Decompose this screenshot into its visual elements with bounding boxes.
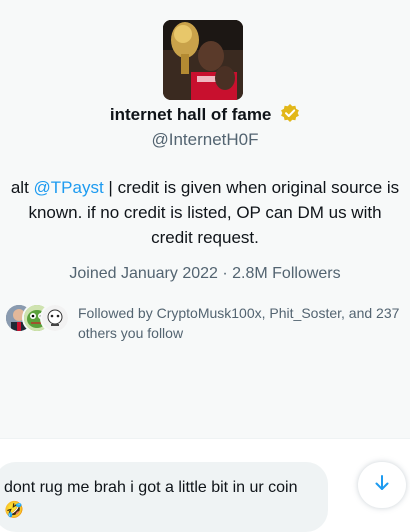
scroll-to-bottom-button[interactable] (358, 462, 406, 508)
profile-bio: alt @TPayst | credit is given when origi… (8, 175, 402, 250)
followed-by-row[interactable]: Followed by CryptoMusk100x, Phit_Soster,… (4, 303, 406, 343)
profile-card: internet hall of fame @InternetH0F alt @… (0, 0, 410, 438)
rofl-emoji: 🤣 (4, 502, 24, 519)
arrow-down-icon (372, 473, 392, 498)
joined-date: Joined January 2022 (69, 265, 218, 282)
profile-avatar[interactable] (163, 20, 243, 100)
profile-name-row: internet hall of fame (0, 103, 410, 128)
followed-by-text: Followed by CryptoMusk100x, Phit_Soster,… (78, 305, 400, 341)
divider (0, 438, 410, 439)
profile-handle: @InternetH0F (151, 130, 259, 149)
message-body: dont rug me brah i got a little bit in u… (4, 479, 298, 496)
bio-prefix: alt (10, 178, 34, 197)
follower-avatar (40, 303, 70, 333)
profile-name: internet hall of fame (109, 105, 272, 124)
avatar-image (163, 20, 243, 100)
meta-separator: · (217, 265, 233, 282)
profile-meta: Joined January 2022 · 2.8M Followers (0, 265, 410, 283)
verified-badge-icon[interactable] (280, 103, 300, 128)
followers-count[interactable]: 2.8M Followers (232, 265, 340, 282)
bio-mention-link[interactable]: @TPayst (34, 178, 104, 197)
message-bubble[interactable]: dont rug me brah i got a little bit in u… (0, 462, 328, 532)
follower-avatars (4, 303, 70, 333)
message-text: dont rug me brah i got a little bit in u… (4, 476, 304, 522)
